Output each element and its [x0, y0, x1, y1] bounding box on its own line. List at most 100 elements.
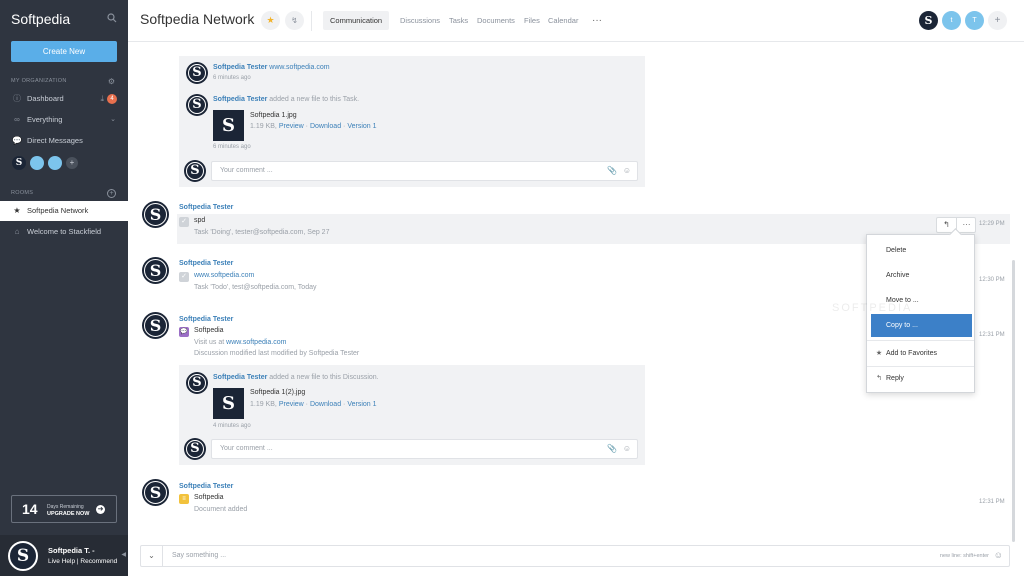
upgrade-now-label: UPGRADE NOW [47, 511, 90, 517]
menu-item-label: Add to Favorites [886, 350, 937, 357]
notification-badge: 4 [107, 94, 117, 104]
emoji-icon[interactable]: ☺ [623, 166, 631, 175]
sidebar-item-dashboard[interactable]: ⓘ Dashboard ⤓ 4 [0, 89, 128, 109]
comment-input[interactable]: Your comment ... 📎 ☺ [211, 161, 638, 181]
chevron-down-icon[interactable]: ⌄ [141, 546, 163, 566]
more-tabs-icon[interactable]: ··· [592, 11, 602, 30]
add-member-icon[interactable]: + [988, 11, 1007, 30]
sidebar-item-welcome[interactable]: ⌂ Welcome to Stackfield [0, 222, 128, 242]
download-link[interactable]: Download [310, 401, 341, 408]
message-time: 12:31 PM [979, 499, 1005, 505]
preview-link[interactable]: Preview [279, 123, 304, 130]
emoji-icon[interactable]: ☺ [994, 550, 1003, 560]
file-name[interactable]: Softpedia 1.jpg [250, 112, 297, 119]
author-name[interactable]: Softpedia Tester [213, 64, 267, 71]
message-title[interactable]: spd [194, 217, 205, 224]
sidebar-item-label: Welcome to Stackfield [27, 227, 102, 236]
menu-item-delete[interactable]: Delete [871, 239, 972, 262]
author-name[interactable]: Softpedia Tester [179, 204, 233, 211]
version-link[interactable]: Version 1 [347, 123, 376, 130]
message-title[interactable]: Softpedia [194, 327, 224, 334]
compose-input[interactable]: Say something ... [172, 552, 226, 559]
star-icon[interactable]: ★ [261, 11, 280, 30]
tab-calendar[interactable]: Calendar [548, 11, 578, 30]
avatar[interactable] [186, 94, 208, 116]
avatar[interactable] [30, 156, 44, 170]
tab-tasks[interactable]: Tasks [449, 11, 468, 30]
add-member-icon[interactable]: + [66, 157, 78, 169]
comment-input[interactable]: Your comment ... 📎 ☺ [211, 439, 638, 459]
author-name[interactable]: Softpedia Tester [213, 96, 267, 103]
avatar[interactable]: S [8, 541, 38, 571]
author-name[interactable]: Softpedia Tester [179, 483, 233, 490]
page-title: Softpedia Network [140, 11, 255, 27]
download-link[interactable]: Download [310, 123, 341, 130]
menu-item-archive[interactable]: Archive [871, 264, 972, 287]
version-link[interactable]: Version 1 [347, 401, 376, 408]
member-avatar[interactable]: t [942, 11, 961, 30]
download-icon[interactable]: ⤓ [100, 89, 104, 109]
menu-item-reply[interactable]: ↰ Reply [871, 367, 972, 390]
trial-days: 14 [22, 501, 38, 517]
message-title[interactable]: Softpedia [194, 494, 224, 501]
message-time: 12:29 PM [979, 221, 1005, 227]
gear-icon[interactable]: ⚙ [107, 77, 116, 86]
message-link[interactable]: www.softpedia.com [269, 64, 329, 71]
emoji-icon[interactable]: ☺ [623, 444, 631, 453]
divider [311, 11, 312, 31]
comment-placeholder: Your comment ... [220, 167, 273, 174]
menu-item-copy-to[interactable]: Copy to ... [871, 314, 972, 337]
avatar[interactable] [142, 312, 169, 339]
create-new-button[interactable]: Create New [11, 41, 117, 62]
file-name[interactable]: Softpedia 1(2).jpg [250, 389, 305, 396]
scrollbar[interactable] [1012, 260, 1015, 542]
attachment-icon[interactable]: 📎 [607, 444, 617, 453]
member-avatar[interactable]: T [965, 11, 984, 30]
preview-link[interactable]: Preview [279, 401, 304, 408]
sidebar-item-label: Softpedia Network [27, 206, 89, 215]
avatar[interactable] [186, 372, 208, 394]
more-icon[interactable]: ··· [957, 218, 976, 232]
sidebar-item-everything[interactable]: ∞ Everything ⌄ [0, 110, 128, 130]
avatar[interactable] [142, 201, 169, 228]
message-link[interactable]: www.softpedia.com [226, 339, 286, 346]
chat-icon: 💬 [12, 136, 22, 145]
file-thumbnail[interactable]: S [213, 388, 244, 419]
divider [867, 340, 974, 341]
compose-hint: new line: shift+enter [939, 553, 989, 559]
avatar[interactable] [142, 257, 169, 284]
avatar[interactable]: S [12, 156, 26, 170]
trial-remaining-label: Days Remaining [47, 504, 84, 510]
message-meta: Document added [194, 506, 248, 513]
member-avatar[interactable]: S [919, 11, 938, 30]
user-name[interactable]: Softpedia T. - [48, 546, 95, 555]
chevron-down-icon[interactable]: ⌄ [110, 110, 116, 130]
attachment-icon[interactable]: 📎 [607, 166, 617, 175]
sidebar-item-label: Direct Messages [27, 136, 83, 145]
author-name[interactable]: Softpedia Tester [179, 316, 233, 323]
tab-discussions[interactable]: Discussions [400, 11, 440, 30]
pulse-icon[interactable]: ↯ [285, 11, 304, 30]
trial-upgrade-box[interactable]: 14 Days Remaining UPGRADE NOW ➜ [11, 495, 117, 523]
tab-files[interactable]: Files [524, 11, 540, 30]
chevron-left-icon[interactable]: ◀ [121, 551, 126, 558]
task-check-icon[interactable]: ✓ [179, 217, 189, 227]
task-check-icon[interactable]: ✓ [179, 272, 189, 282]
author-name[interactable]: Softpedia Tester [213, 374, 267, 381]
search-icon[interactable] [107, 13, 117, 23]
avatar[interactable] [48, 156, 62, 170]
sidebar-item-softpedia-network[interactable]: ★ Softpedia Network [0, 201, 128, 221]
file-thumbnail[interactable]: S [213, 110, 244, 141]
menu-item-add-to-favorites[interactable]: ★ Add to Favorites [871, 342, 972, 365]
add-room-icon[interactable]: + [107, 189, 116, 198]
tab-documents[interactable]: Documents [477, 11, 515, 30]
discussion-icon: 💬 [179, 327, 189, 337]
tab-communication[interactable]: Communication [323, 11, 390, 30]
file-size: 1.19 KB [250, 123, 275, 130]
avatar[interactable] [186, 62, 208, 84]
message-title[interactable]: www.softpedia.com [194, 272, 254, 279]
user-links[interactable]: Live Help | Recommend [48, 558, 117, 565]
sidebar-item-direct-messages[interactable]: 💬 Direct Messages [0, 131, 128, 151]
avatar[interactable] [142, 479, 169, 506]
author-name[interactable]: Softpedia Tester [179, 260, 233, 267]
